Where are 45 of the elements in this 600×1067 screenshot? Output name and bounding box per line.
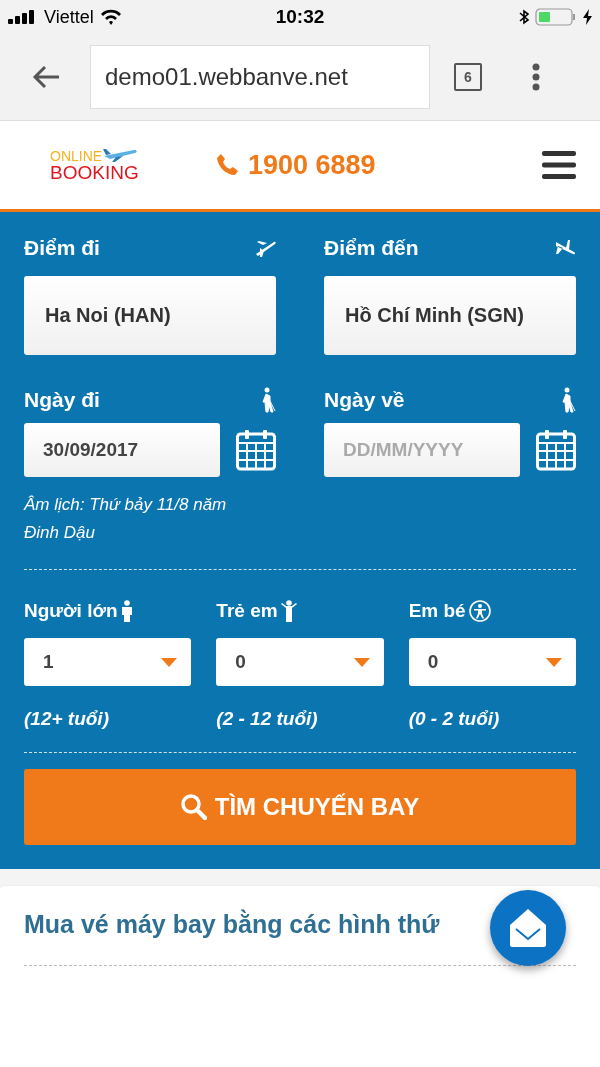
age-note: (12+ tuổi) <box>24 708 110 730</box>
age-note: (2 - 12 tuổi) <box>216 708 319 730</box>
field-label: Điểm đi <box>24 236 100 260</box>
calendar-icon[interactable] <box>236 429 276 471</box>
caret-icon <box>353 657 370 667</box>
battery-icon <box>535 8 577 26</box>
phone-icon <box>216 153 240 177</box>
location-field[interactable]: Hồ Chí Minh (SGN) <box>324 276 576 355</box>
field-label: Ngày đi <box>24 388 100 412</box>
lunar-date-note: Âm lịch: Thứ bảy 11/8 năm Đinh Dậu <box>24 494 228 544</box>
logo-text: ONLINE <box>50 149 103 163</box>
count-dropdown[interactable]: 0 <box>408 638 576 686</box>
charging-icon <box>583 9 592 25</box>
field-label: Người lớn <box>24 600 118 622</box>
field-label: Ngày về <box>324 388 405 412</box>
age-note: (0 - 2 tuổi) <box>408 708 501 730</box>
location-field[interactable]: Ha Noi (HAN) <box>24 276 276 355</box>
date-field[interactable]: 30/09/2017 <box>24 423 220 477</box>
calendar-icon[interactable] <box>536 429 576 471</box>
clock-time: 10:32 <box>275 6 325 28</box>
more-icon[interactable] <box>532 63 540 91</box>
date-field[interactable]: DD/MM/YYYY <box>324 423 520 477</box>
tab-count-button[interactable]: 6 <box>454 63 482 91</box>
field-label: Trẻ em <box>216 600 278 622</box>
airplane-takeoff-icon <box>254 238 276 258</box>
logo-text: BOOKING <box>50 163 140 183</box>
search-icon <box>180 794 207 820</box>
field-label: Em bé <box>408 600 466 622</box>
adult-icon <box>120 600 133 622</box>
bluetooth-icon <box>519 9 529 25</box>
count-dropdown[interactable]: 1 <box>24 638 192 686</box>
caret-icon <box>161 657 178 667</box>
airplane-icon <box>102 147 139 163</box>
child-icon <box>280 600 297 622</box>
caret-icon <box>546 657 562 667</box>
wifi-icon <box>99 9 122 25</box>
address-bar[interactable]: demo01.webbanve.net <box>90 45 430 109</box>
count-dropdown[interactable]: 0 <box>216 638 384 686</box>
section-title: Mua vé máy bay bằng các hình thứ <box>24 910 440 939</box>
carrier-name: Viettel <box>44 6 94 28</box>
back-arrow-icon[interactable] <box>32 65 60 89</box>
accessibility-icon <box>468 600 491 622</box>
field-label: Điểm đến <box>324 236 419 260</box>
envelope-icon <box>510 909 546 947</box>
menu-icon[interactable] <box>542 151 576 179</box>
